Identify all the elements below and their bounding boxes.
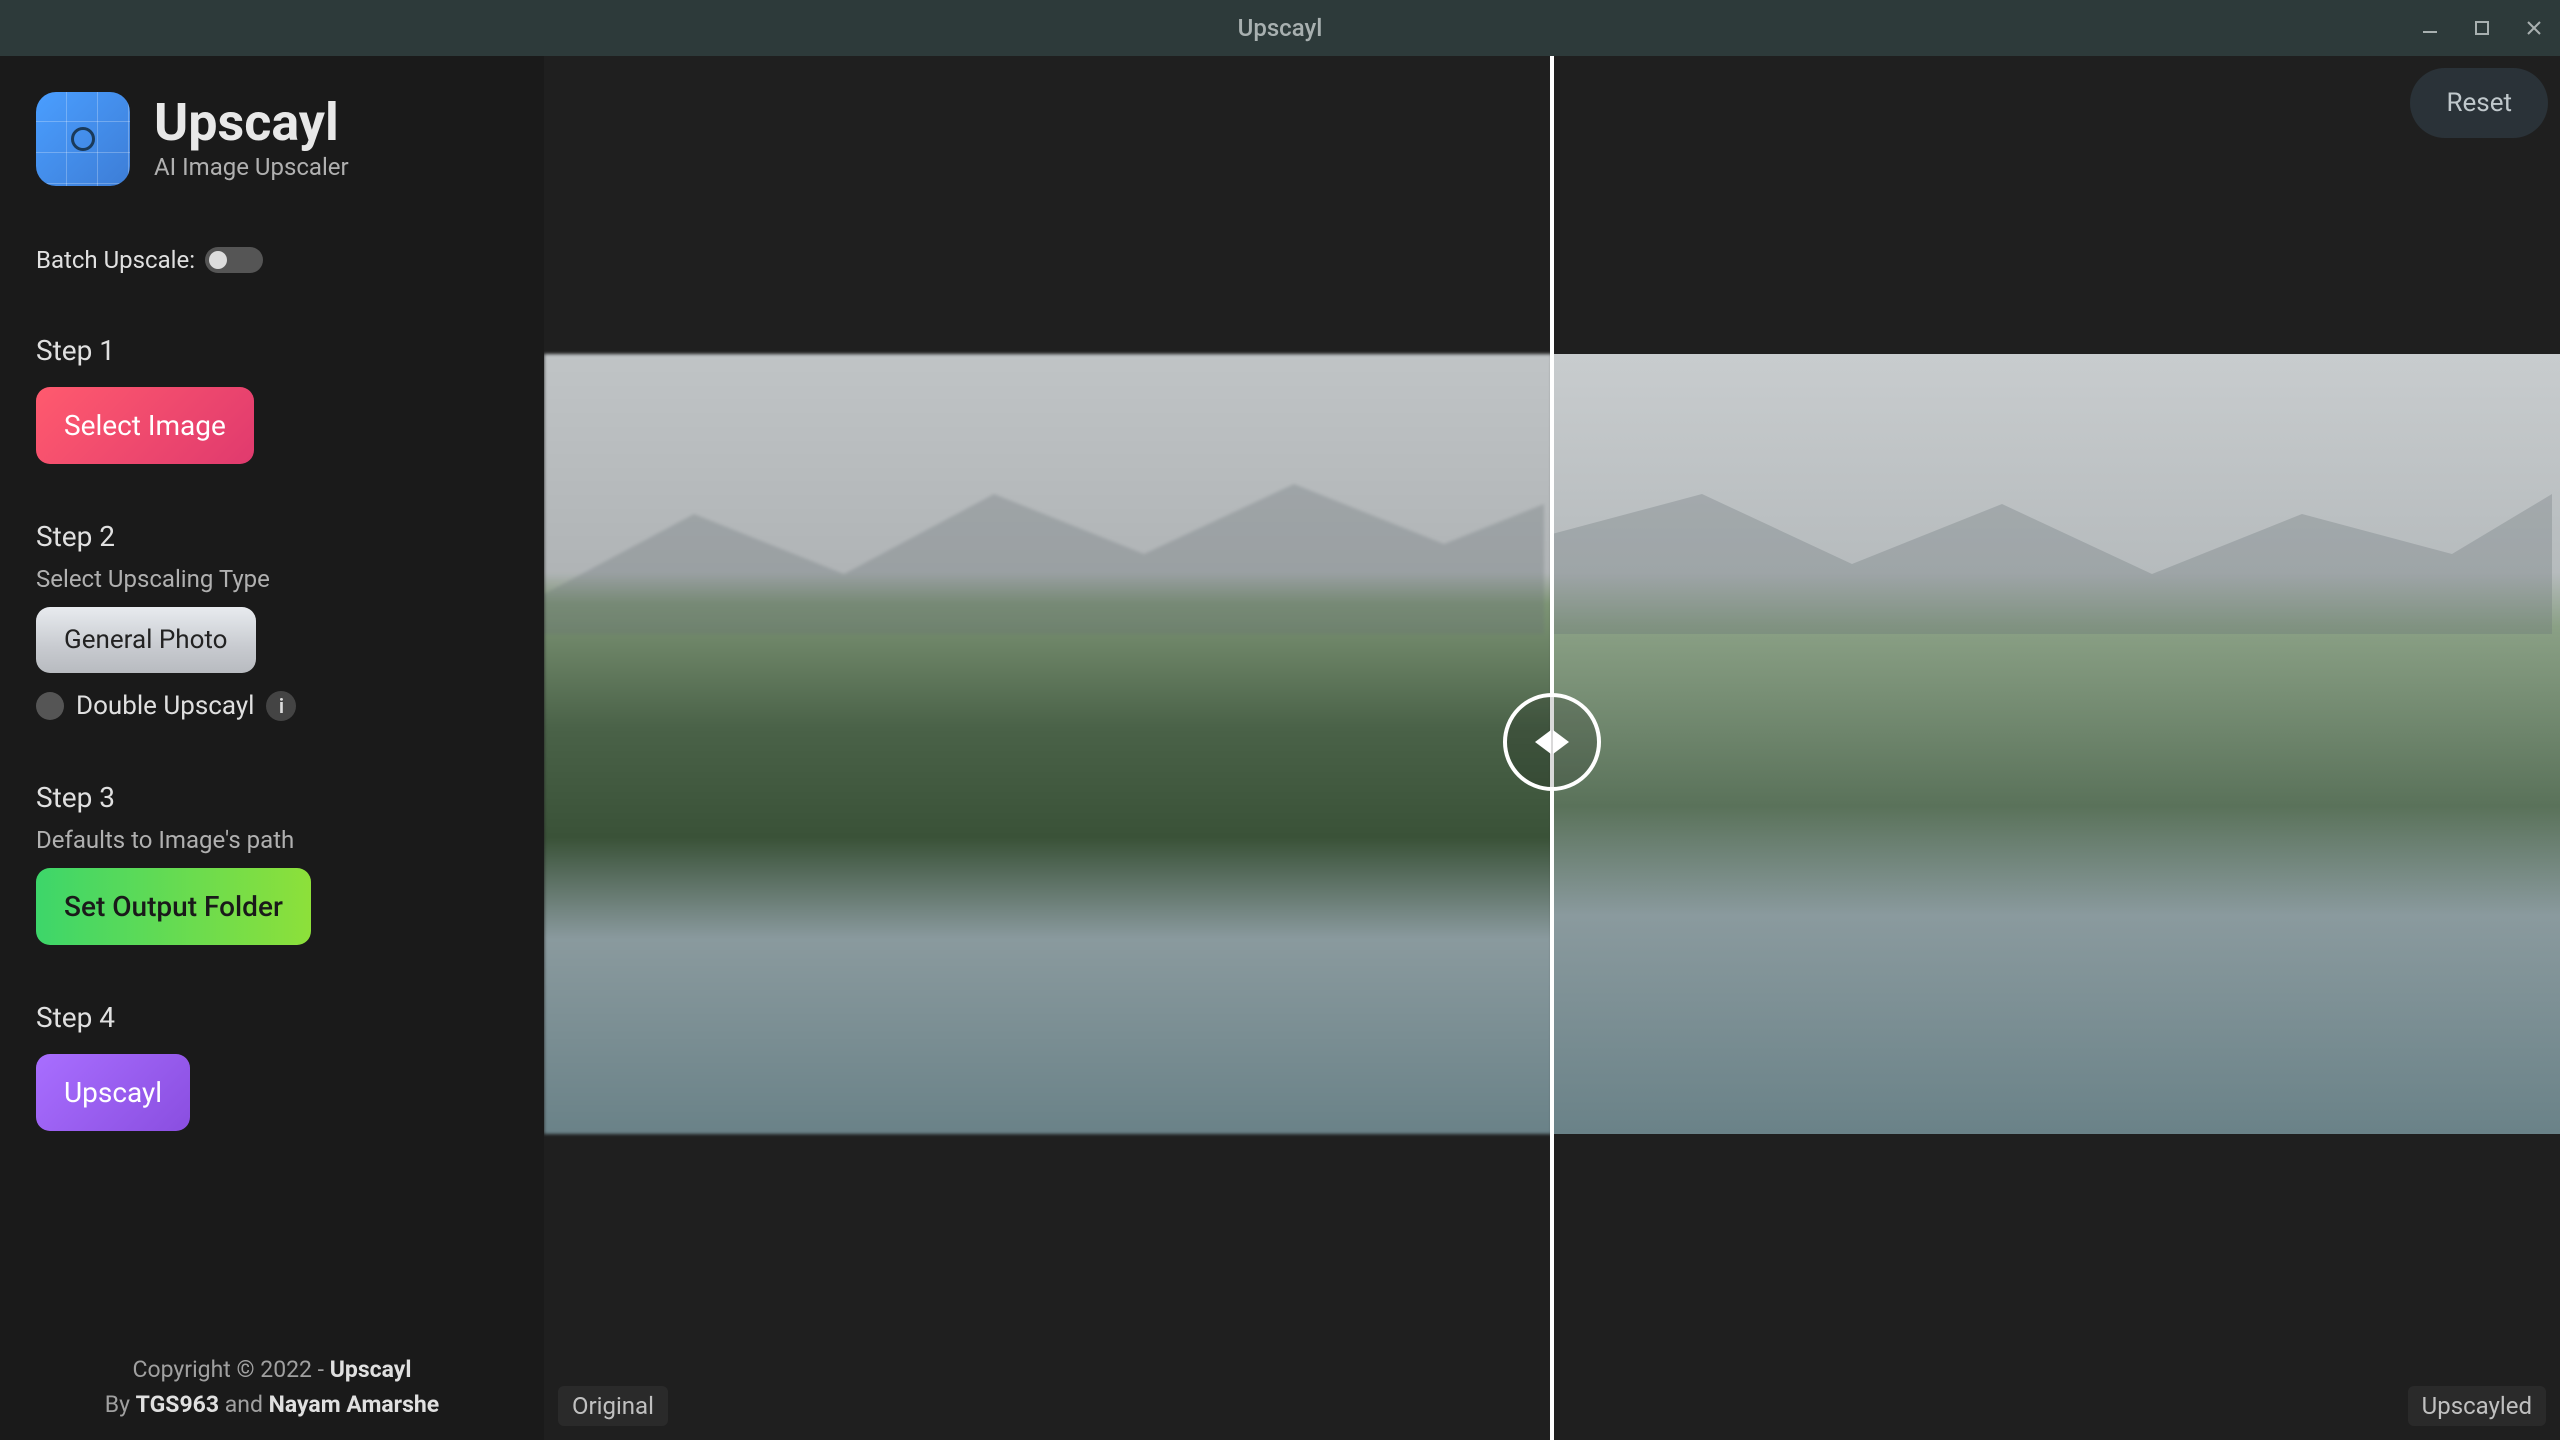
step1-label: Step 1 [36,334,508,367]
upscayl-button[interactable]: Upscayl [36,1054,190,1131]
original-badge: Original [558,1386,668,1426]
step3-sublabel: Defaults to Image's path [36,826,508,854]
titlebar: Upscayl [0,0,2560,56]
step2-sublabel: Select Upscaling Type [36,565,508,593]
model-select-dropdown[interactable]: General Photo [36,607,256,673]
info-icon[interactable]: i [266,691,296,721]
original-image-half [544,354,1552,1134]
step3-label: Step 3 [36,781,508,814]
landscape-decoration [544,434,1544,634]
batch-upscale-row: Batch Upscale: [36,246,508,274]
step2-label: Step 2 [36,520,508,553]
arrow-left-icon [1535,730,1551,754]
author1-link[interactable]: TGS963 [136,1391,219,1418]
copyright-app: Upscayl [330,1356,412,1383]
upscaled-image-half [1552,354,2560,1134]
maximize-button[interactable] [2456,0,2508,56]
app-logo-icon [36,92,130,186]
window-title: Upscayl [1238,14,1323,42]
minimize-icon [2421,19,2439,37]
landscape-decoration [1552,434,2552,634]
and-text: and [219,1391,269,1418]
window-controls [2404,0,2560,56]
set-output-folder-button[interactable]: Set Output Folder [36,868,311,945]
sidebar: Upscayl AI Image Upscaler Batch Upscale:… [0,56,544,1440]
app-header: Upscayl AI Image Upscaler [36,92,508,186]
step4-label: Step 4 [36,1001,508,1034]
batch-upscale-toggle[interactable] [205,247,263,273]
app-subtitle: AI Image Upscaler [154,153,349,181]
double-upscayl-label: Double Upscayl [76,691,254,721]
maximize-icon [2474,20,2490,36]
preview-area: Reset Original Upscayled [544,56,2560,1440]
batch-upscale-label: Batch Upscale: [36,246,195,274]
close-button[interactable] [2508,0,2560,56]
app-title: Upscayl [154,97,349,149]
arrow-right-icon [1553,730,1569,754]
copyright-text: Copyright © 2022 - [133,1356,330,1383]
footer: Copyright © 2022 - Upscayl By TGS963 and… [0,1353,544,1422]
upscaled-badge: Upscayled [2408,1386,2546,1426]
select-image-button[interactable]: Select Image [36,387,254,464]
author2-link[interactable]: Nayam Amarshe [269,1391,440,1418]
comparison-slider-handle[interactable] [1503,693,1601,791]
close-icon [2526,20,2542,36]
reset-button[interactable]: Reset [2410,68,2548,138]
by-text: By [105,1391,136,1418]
double-upscayl-row: Double Upscayl i [36,691,508,721]
minimize-button[interactable] [2404,0,2456,56]
double-upscayl-toggle[interactable] [36,692,64,720]
